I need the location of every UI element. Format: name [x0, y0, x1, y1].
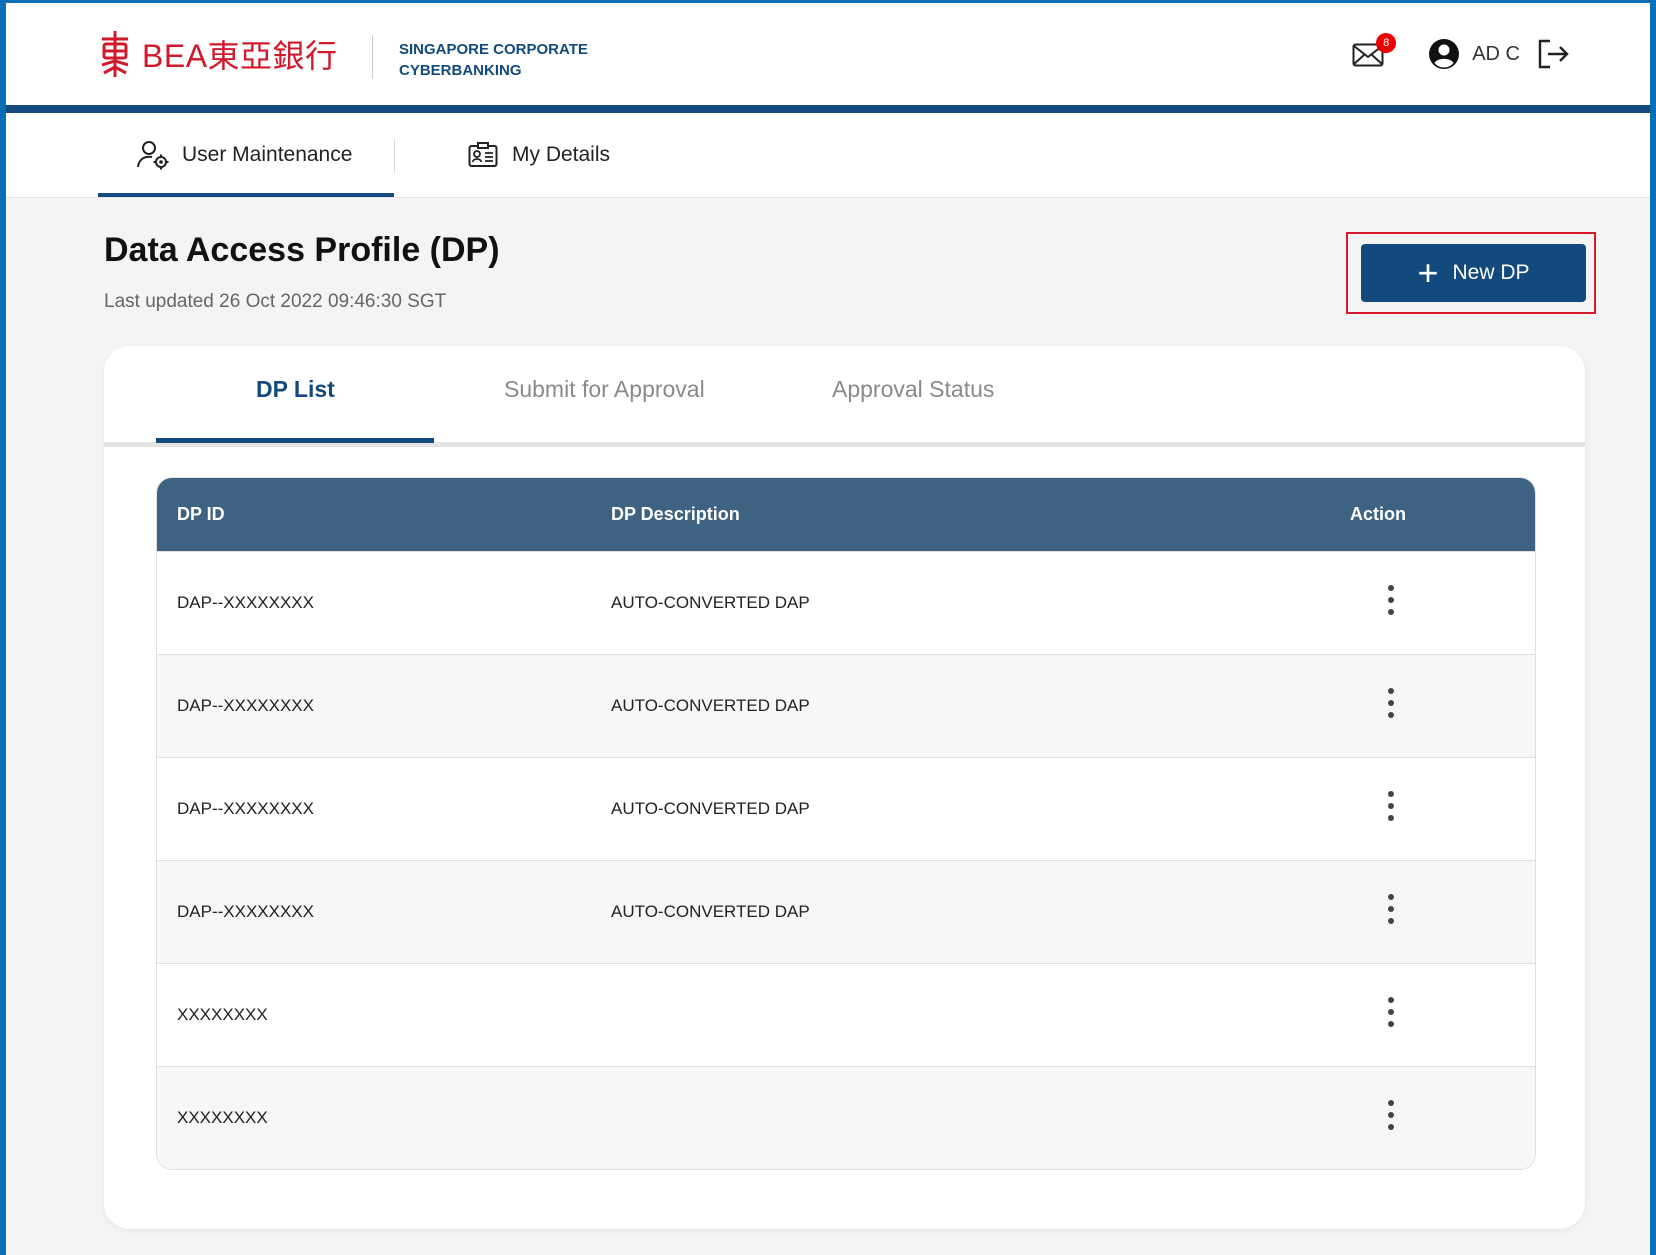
tab-user-maintenance-label: User Maintenance	[182, 143, 353, 166]
dp-description-cell: AUTO-CONVERTED DAP	[611, 799, 810, 818]
user-account-icon[interactable]	[1428, 38, 1460, 70]
dp-id-cell: DAP--XXXXXXXX	[177, 593, 314, 612]
active-tab-indicator	[156, 438, 434, 443]
id-card-icon	[468, 142, 498, 167]
dp-table: DP ID DP Description Action DAP--XXXXXXX…	[156, 477, 1536, 1170]
more-actions-icon[interactable]	[1381, 1100, 1401, 1136]
dp-id-cell: XXXXXXXX	[177, 1005, 268, 1024]
table-row: DAP--XXXXXXXX AUTO-CONVERTED DAP	[157, 551, 1535, 654]
card-tabs: DP List Submit for Approval Approval Sta…	[104, 346, 1585, 447]
table-row: DAP--XXXXXXXX AUTO-CONVERTED DAP	[157, 654, 1535, 757]
header-actions: 8 AD C	[1352, 33, 1570, 71]
mail-button[interactable]: 8	[1352, 33, 1397, 69]
table-row: DAP--XXXXXXXX AUTO-CONVERTED DAP	[157, 757, 1535, 860]
more-actions-icon[interactable]	[1381, 791, 1401, 827]
column-header-dp-id: DP ID	[177, 504, 225, 524]
logout-icon[interactable]	[1536, 37, 1570, 71]
bea-logo[interactable]: BEA東亞銀行	[98, 29, 338, 79]
more-actions-icon[interactable]	[1381, 997, 1401, 1033]
table-header: DP ID DP Description Action	[157, 478, 1535, 551]
more-actions-icon[interactable]	[1381, 585, 1401, 621]
more-actions-icon[interactable]	[1381, 894, 1401, 930]
logo-text: BEA東亞銀行	[142, 38, 338, 74]
top-navigation: User Maintenance My Details	[6, 113, 1650, 198]
more-actions-icon[interactable]	[1381, 688, 1401, 724]
dp-id-cell: DAP--XXXXXXXX	[177, 799, 314, 818]
page-title: Data Access Profile (DP)	[104, 231, 500, 269]
dp-id-cell: DAP--XXXXXXXX	[177, 696, 314, 715]
column-header-dp-description: DP Description	[611, 504, 740, 524]
table-row: XXXXXXXX	[157, 1066, 1535, 1169]
last-updated-text: Last updated 26 Oct 2022 09:46:30 SGT	[104, 291, 447, 312]
tab-submit-for-approval[interactable]: Submit for Approval	[504, 376, 705, 403]
subtitle-line-2: CYBERBANKING	[399, 62, 522, 79]
tab-my-details-label: My Details	[512, 143, 611, 166]
subtitle-line-1: SINGAPORE CORPORATE	[399, 41, 588, 58]
notification-badge: 8	[1376, 33, 1397, 53]
column-header-action: Action	[1350, 504, 1406, 524]
logo-divider	[372, 35, 373, 79]
tab-separator	[394, 139, 395, 173]
bea-logo-icon	[101, 31, 129, 77]
dp-card: DP List Submit for Approval Approval Sta…	[104, 346, 1585, 1229]
header: BEA東亞銀行 SINGAPORE CORPORATE CYBERBANKING…	[6, 3, 1650, 113]
new-dp-button-label: New DP	[1452, 261, 1530, 284]
user-name[interactable]: AD C	[1472, 43, 1520, 66]
app-window: BEA東亞銀行 SINGAPORE CORPORATE CYBERBANKING…	[0, 0, 1656, 1255]
dp-id-cell: DAP--XXXXXXXX	[177, 902, 314, 921]
dp-description-cell: AUTO-CONVERTED DAP	[611, 696, 810, 715]
dp-description-cell: AUTO-CONVERTED DAP	[611, 902, 810, 921]
dp-id-cell: XXXXXXXX	[177, 1108, 268, 1127]
plus-icon: +	[1417, 252, 1439, 293]
table-row: DAP--XXXXXXXX AUTO-CONVERTED DAP	[157, 860, 1535, 963]
table-row: XXXXXXXX	[157, 963, 1535, 1066]
tab-user-maintenance[interactable]: User Maintenance	[98, 113, 394, 197]
new-dp-button[interactable]: + New DP	[1361, 244, 1586, 302]
user-settings-icon	[137, 141, 169, 170]
tab-approval-status[interactable]: Approval Status	[832, 376, 994, 403]
tab-dp-list[interactable]: DP List	[256, 376, 335, 403]
site-subtitle: SINGAPORE CORPORATE CYBERBANKING	[399, 39, 588, 81]
dp-description-cell: AUTO-CONVERTED DAP	[611, 593, 810, 612]
tab-my-details[interactable]: My Details	[468, 113, 610, 197]
